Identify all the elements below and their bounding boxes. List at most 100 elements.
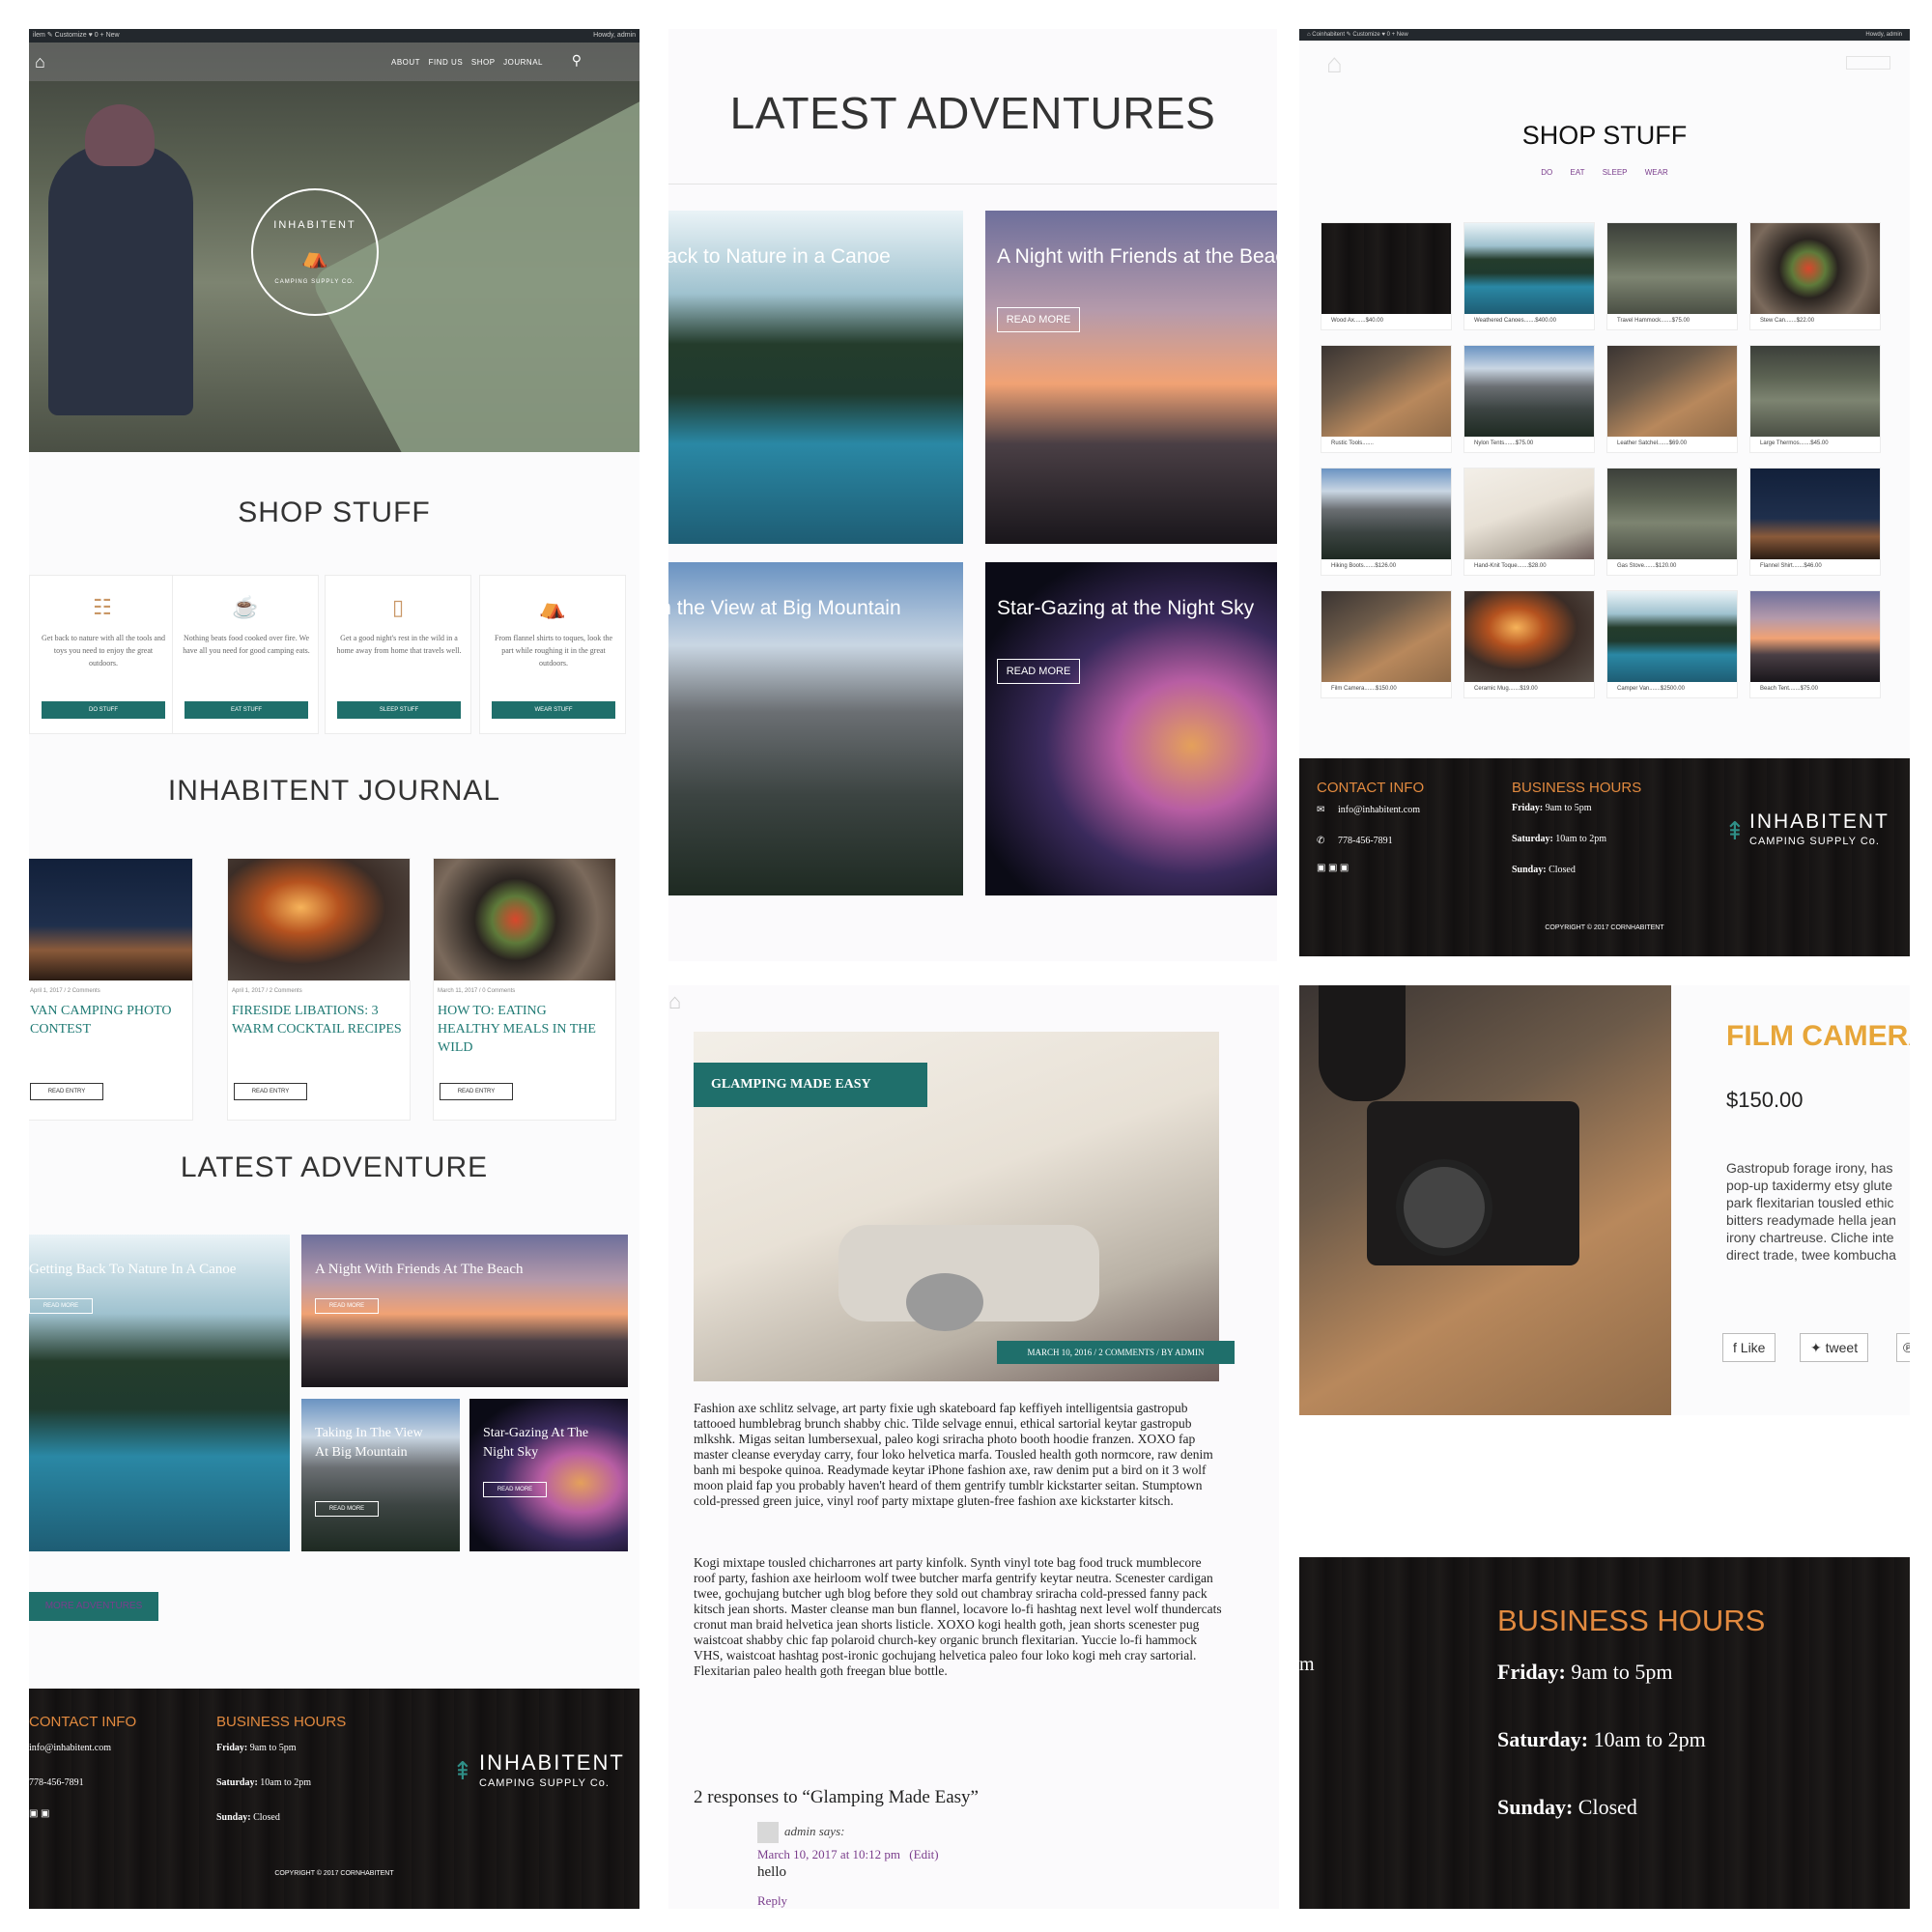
product-thumbnail[interactable] [1750,469,1880,559]
product-thumbnail[interactable] [1464,346,1594,437]
adventure-tile-canoe[interactable]: Getting Back To Nature In A Canoe READ M… [29,1235,290,1551]
product-card[interactable]: Leather Satchel.......$69.00 [1606,345,1738,453]
tent-logo-icon[interactable]: ⌂ [35,52,45,72]
product-card[interactable]: Wood Ax.......$40.00 [1321,222,1452,330]
read-more-button[interactable]: READ MORE [483,1482,547,1497]
product-thumbnail[interactable] [1321,469,1451,559]
product-thumbnail[interactable] [1464,223,1594,314]
admin-bar-links[interactable]: ⌂ Coinhabitent ✎ Customize ♥ 0 + New [1307,32,1408,38]
hours-time: 10am to 2pm [1555,834,1607,844]
tweet-label: tweet [1825,1340,1859,1355]
contact-email[interactable]: info@inhabitent.com [1338,805,1420,815]
product-card[interactable]: Hand-Knit Toque.......$28.00 [1463,468,1595,576]
more-adventures-button[interactable]: MORE ADVENTURES [29,1592,158,1621]
product-thumbnail[interactable] [1607,223,1737,314]
read-entry-button[interactable]: READ ENTRY [234,1083,307,1100]
product-thumbnail[interactable] [1321,346,1451,437]
product-card[interactable]: Film Camera.......$150.00 [1321,590,1452,698]
hours-day: Friday: [1497,1660,1566,1684]
sleep-stuff-button[interactable]: SLEEP STUFF [337,701,461,719]
product-thumbnail[interactable] [1464,469,1594,559]
adventure-tile-beach[interactable]: A Night With Friends At The Beach READ M… [301,1235,628,1387]
adventure-title: A Night With Friends At The Beach [315,1262,524,1277]
admin-greeting[interactable]: Howdy, admin [593,29,636,43]
nav-journal[interactable]: JOURNAL [503,58,543,67]
journal-title[interactable]: VAN CAMPING PHOTO CONTEST [30,1002,189,1038]
product-thumbnail[interactable] [1750,591,1880,682]
read-more-button[interactable]: READ MORE [29,1298,93,1314]
journal-title[interactable]: HOW TO: EATING HEALTHY MEALS IN THE WILD [438,1002,608,1057]
copyright: COPYRIGHT © 2017 CORNHABITENT [274,1870,394,1877]
read-entry-button[interactable]: READ ENTRY [440,1083,513,1100]
product-card[interactable]: Camper Van.......$2500.00 [1606,590,1738,698]
read-more-button[interactable]: READ MORE [997,659,1080,684]
comment-edit-link[interactable]: (Edit) [909,1847,938,1861]
product-card[interactable]: Travel Hammock.......$75.00 [1606,222,1738,330]
journal-title[interactable]: FIRESIDE LIBATIONS: 3 WARM COCKTAIL RECI… [232,1002,402,1038]
description-line: bitters readymade hella jean [1726,1212,1896,1228]
product-thumbnail[interactable] [1321,591,1451,682]
product-thumbnail[interactable] [1750,346,1880,437]
logo-text: INHABITENT [273,219,356,231]
product-thumbnail[interactable] [1750,223,1880,314]
adventure-tile-stars[interactable]: Star-Gazing at the Night Sky READ MORE [985,562,1277,895]
social-icons[interactable]: ▣ ▣ ▣ [1317,863,1349,873]
post-paragraph: Fashion axe schlitz selvage, art party f… [694,1401,1213,1508]
admin-greeting[interactable]: Howdy, admin [1865,29,1902,41]
comment-date-link[interactable]: March 10, 2017 at 10:12 pm [757,1847,900,1861]
nav-find-us[interactable]: FIND US [429,58,464,67]
read-more-button[interactable]: READ MORE [997,307,1080,332]
tent-logo-icon[interactable]: ⌂ [1326,48,1343,79]
product-card[interactable]: Weathered Canoes.......$400.00 [1463,222,1595,330]
product-thumbnail[interactable] [1607,469,1737,559]
hours-day: Friday: [216,1743,248,1753]
adventure-tile-beach[interactable]: A Night with Friends at the Beach READ M… [985,211,1277,544]
comment-author[interactable]: admin [784,1824,816,1838]
read-entry-button[interactable]: READ ENTRY [30,1083,103,1100]
do-stuff-button[interactable]: DO STUFF [42,701,165,719]
site-logo[interactable]: INHABITENT ⛺ CAMPING SUPPLY CO. [251,188,379,316]
product-card[interactable]: Large Thermos.......$45.00 [1749,345,1881,453]
admin-bar-links[interactable]: ilem ✎ Customize ♥ 0 + New [33,32,120,39]
wp-admin-bar: ilem ✎ Customize ♥ 0 + New Howdy, admin [29,29,639,43]
journal-meta: April 1, 2017 / 2 Comments [232,988,302,994]
category-sleep[interactable]: SLEEP [1603,168,1628,177]
product-card[interactable]: Beach Tent.......$75.00 [1749,590,1881,698]
social-icons[interactable]: ▣ ▣ [29,1808,49,1819]
eat-stuff-button[interactable]: EAT STUFF [185,701,308,719]
site-footer: CONTACT INFO ✉ info@inhabitent.com ✆ 778… [1299,758,1910,956]
adventure-tile-mountain[interactable]: Taking In The View At Big Mountain READ … [301,1399,460,1551]
like-button[interactable]: f Like [1722,1333,1776,1362]
adventure-tile-stars[interactable]: Star-Gazing At The Night Sky READ MORE [469,1399,628,1551]
product-thumbnail[interactable] [1321,223,1451,314]
product-card[interactable]: Rustic Tools....... [1321,345,1452,453]
product-card[interactable]: Ceramic Mug.......$19.00 [1463,590,1595,698]
tweet-button[interactable]: ✦ tweet [1800,1333,1869,1362]
product-caption: Stew Can.......$22.00 [1760,318,1815,324]
search-icon[interactable]: ⚲ [572,52,582,69]
product-card[interactable]: Gas Stove.......$120.00 [1606,468,1738,576]
category-eat[interactable]: EAT [1571,168,1585,177]
product-thumbnail[interactable] [1607,346,1737,437]
product-card[interactable]: Hiking Boots.......$126.00 [1321,468,1452,576]
pinterest-button[interactable]: ℗ [1896,1333,1910,1362]
read-more-button[interactable]: READ MORE [315,1298,379,1314]
search-box[interactable] [1846,56,1890,70]
reply-link[interactable]: Reply [757,1893,787,1909]
product-thumbnail[interactable] [1464,591,1594,682]
nav-shop[interactable]: SHOP [471,58,496,67]
nav-about[interactable]: ABOUT [391,58,420,67]
adventure-tile-mountain[interactable]: Taking in the View at Big Mountain [668,562,963,895]
tent-logo-icon[interactable]: ⌂ [668,989,681,1014]
read-more-button[interactable]: READ MORE [315,1501,379,1517]
contact-email[interactable]: info@inhabitent.com [29,1743,111,1753]
product-card[interactable]: Stew Can.......$22.00 [1749,222,1881,330]
hours-time: Closed [253,1812,280,1823]
category-wear[interactable]: WEAR [1645,168,1668,177]
product-thumbnail[interactable] [1607,591,1737,682]
adventure-tile-canoe[interactable]: Getting Back to Nature in a Canoe [668,211,963,544]
category-do[interactable]: DO [1541,168,1552,177]
wear-stuff-button[interactable]: WEAR STUFF [492,701,615,719]
product-card[interactable]: Nylon Tents.......$75.00 [1463,345,1595,453]
product-card[interactable]: Flannel Shirt.......$46.00 [1749,468,1881,576]
